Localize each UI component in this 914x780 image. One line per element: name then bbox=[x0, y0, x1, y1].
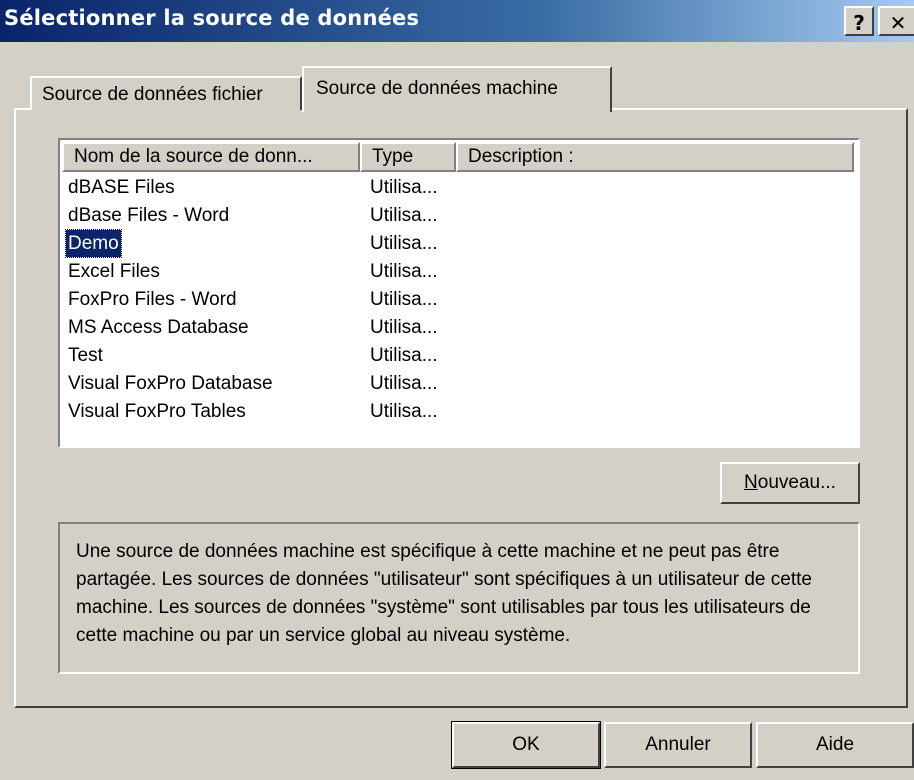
column-header-name[interactable]: Nom de la source de donn... bbox=[62, 142, 360, 172]
ok-button[interactable]: OK bbox=[451, 721, 601, 769]
tab-file-dsn[interactable]: Source de données fichier bbox=[30, 76, 302, 110]
list-item[interactable]: Visual FoxPro Database Utilisa... bbox=[60, 370, 850, 398]
tab-machine-dsn[interactable]: Source de données machine bbox=[302, 66, 612, 112]
list-item[interactable]: Test Utilisa... bbox=[60, 342, 850, 370]
tab-machine-dsn-label: Source de données machine bbox=[316, 78, 558, 99]
list-item[interactable]: FoxPro Files - Word Utilisa... bbox=[60, 286, 850, 314]
list-item[interactable]: Excel Files Utilisa... bbox=[60, 258, 850, 286]
column-header-type[interactable]: Type bbox=[360, 142, 456, 172]
window-title: Sélectionner la source de données bbox=[4, 6, 420, 30]
close-icon: ✕ bbox=[889, 11, 907, 35]
title-bar[interactable]: Sélectionner la source de données ? ✕ bbox=[0, 0, 914, 42]
list-item[interactable]: Visual FoxPro Tables Utilisa... bbox=[60, 398, 850, 426]
list-item[interactable]: dBASE Files Utilisa... bbox=[60, 174, 850, 202]
list-item[interactable]: MS Access Database Utilisa... bbox=[60, 314, 850, 342]
description-text: Une source de données machine est spécif… bbox=[76, 541, 812, 646]
data-source-list[interactable]: Nom de la source de donn... Type Descrip… bbox=[58, 138, 860, 448]
column-header-description[interactable]: Description : bbox=[456, 142, 854, 172]
help-button[interactable]: ? bbox=[844, 6, 874, 36]
help-button-bottom[interactable]: Aide bbox=[756, 722, 914, 768]
cancel-button[interactable]: Annuler bbox=[604, 722, 752, 768]
new-button[interactable]: Nouveau... bbox=[720, 462, 860, 504]
close-button[interactable]: ✕ bbox=[878, 6, 914, 36]
list-item[interactable]: dBase Files - Word Utilisa... bbox=[60, 202, 850, 230]
list-item-selected[interactable]: Demo Utilisa... bbox=[60, 229, 850, 258]
tab-file-dsn-label: Source de données fichier bbox=[42, 84, 263, 105]
description-box: Une source de données machine est spécif… bbox=[58, 522, 860, 674]
